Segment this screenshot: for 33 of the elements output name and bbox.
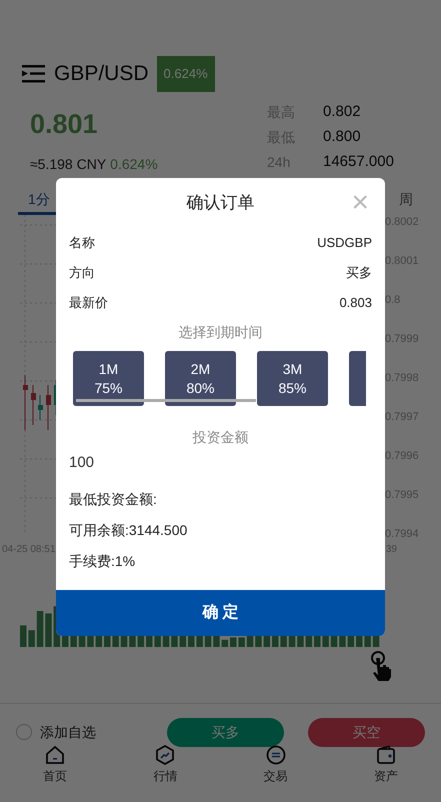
nav-tab[interactable]: 资产 bbox=[374, 744, 398, 784]
period-option[interactable]: 1M 75% bbox=[73, 351, 144, 406]
stat-value: 0.802 bbox=[323, 102, 361, 122]
nav-tab[interactable]: 交易 bbox=[264, 744, 288, 784]
field-value: 买多 bbox=[346, 264, 372, 282]
info-text: 手续费:1% bbox=[69, 552, 136, 568]
section-heading: 选择到期时间 bbox=[178, 323, 262, 342]
change-percent: 0.624% bbox=[110, 154, 158, 174]
price-value: 0.801 bbox=[30, 108, 99, 140]
symbol-title: GBP/USD bbox=[54, 61, 149, 87]
sell-short-button[interactable]: 买空 bbox=[308, 718, 425, 746]
field-value: USDGBP bbox=[317, 234, 372, 252]
field-label: 方向 bbox=[69, 264, 95, 282]
dialog-title: 确认订单 bbox=[186, 192, 254, 214]
close-button[interactable]: × bbox=[351, 188, 369, 218]
chart-tab[interactable]: 周 bbox=[389, 188, 423, 214]
change-badge: 0.624% bbox=[156, 56, 215, 92]
stat-value: 14657.000 bbox=[323, 152, 394, 172]
buy-long-button[interactable]: 买多 bbox=[167, 718, 284, 746]
field-value: 0.803 bbox=[339, 294, 372, 312]
info-text: 可用余额:3144.500 bbox=[69, 522, 188, 538]
section-heading: 投资金额 bbox=[192, 428, 248, 447]
nav-tab[interactable]: 行情 bbox=[153, 744, 178, 784]
cny-value: ≈5.198 CNY bbox=[30, 154, 106, 174]
field-label: 最新价 bbox=[69, 294, 108, 312]
confirm-button[interactable]: 确 定 bbox=[56, 590, 385, 636]
stat-value: 0.800 bbox=[323, 126, 361, 147]
period-option[interactable]: 3M 85% bbox=[257, 351, 328, 406]
info-text: 最低投资金额: bbox=[69, 490, 157, 506]
period-option[interactable]: 2M 80% bbox=[165, 351, 236, 406]
field-label: 名称 bbox=[69, 234, 95, 252]
nav-tab[interactable]: 首页 bbox=[43, 744, 68, 784]
favorite-label: 添加自选 bbox=[40, 722, 96, 742]
